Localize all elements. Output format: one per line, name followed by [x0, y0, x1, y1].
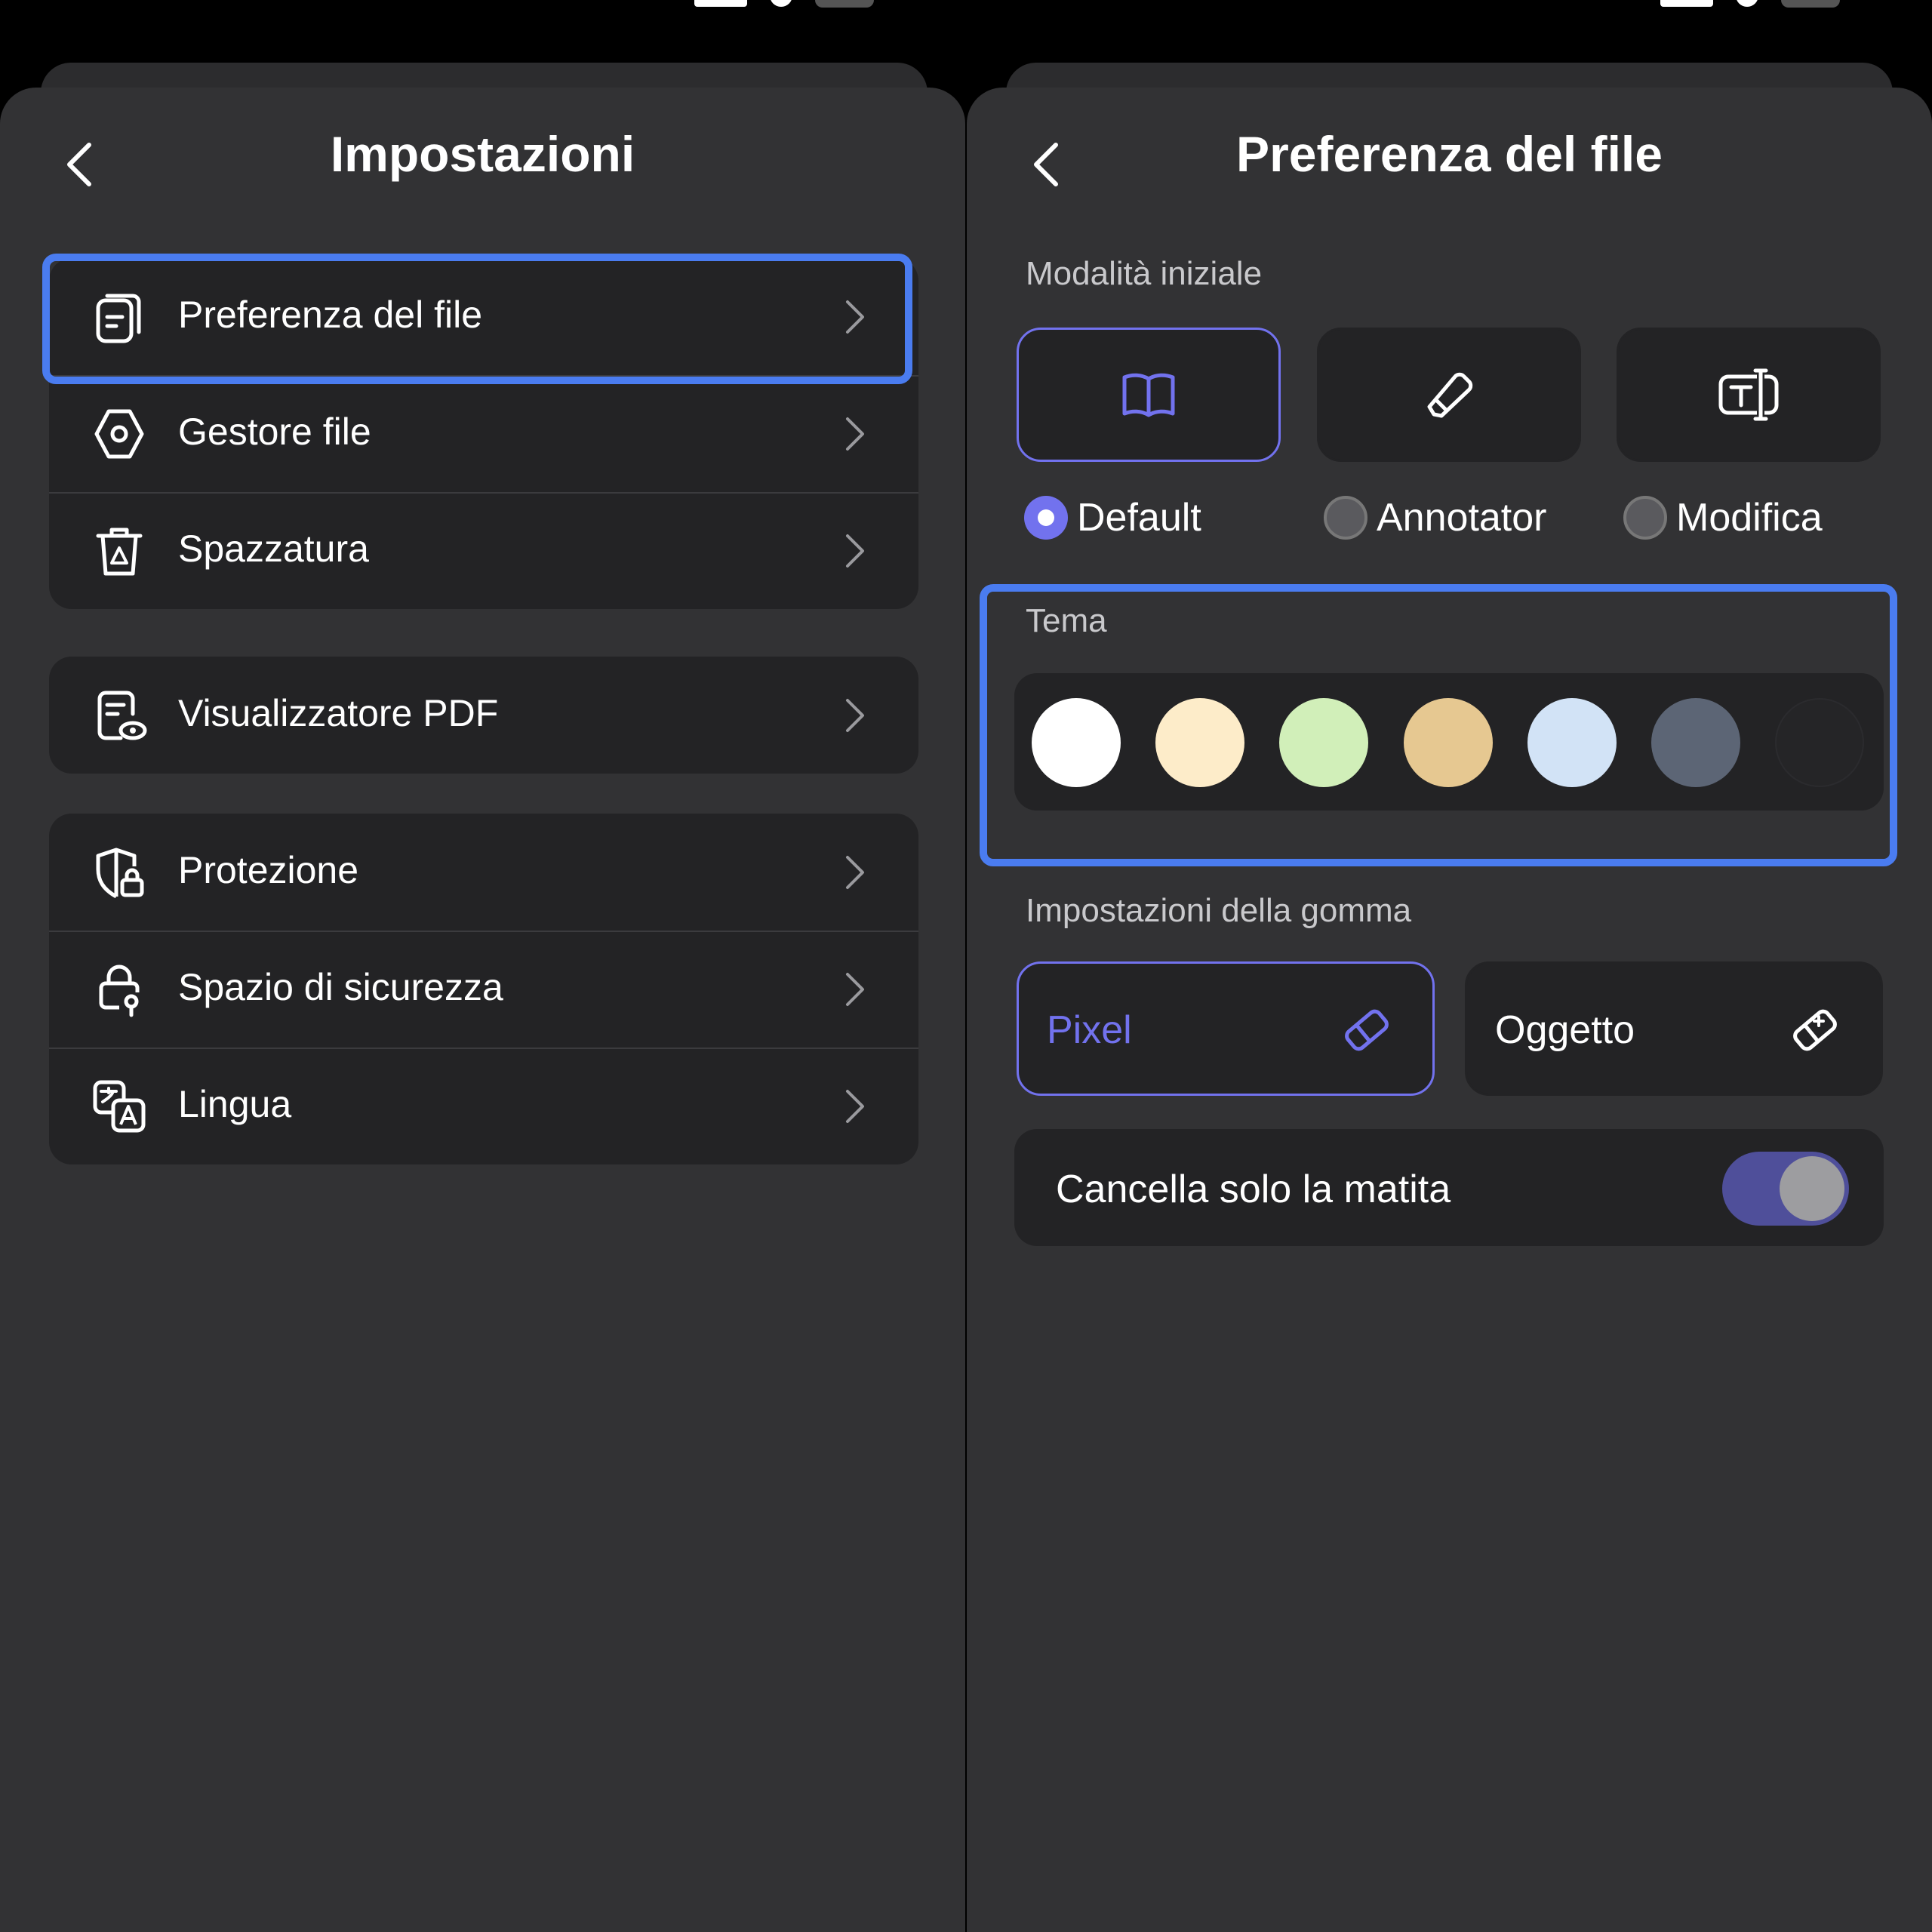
radio-button[interactable]	[1623, 496, 1667, 540]
language-icon	[93, 1080, 146, 1133]
battery-icon	[815, 0, 874, 8]
eraser-option-object[interactable]: Oggetto	[1465, 961, 1883, 1096]
settings-item-label: Protezione	[178, 849, 359, 891]
book-icon	[1122, 373, 1175, 417]
pencil-only-toggle-row: Cancella solo la matita	[1014, 1129, 1884, 1246]
chevron-right-icon	[846, 973, 864, 1006]
mode-card-default[interactable]	[1017, 328, 1281, 462]
radio-label: Default	[1077, 496, 1201, 540]
status-icons-left	[694, 0, 874, 8]
settings-group: Protezione Spazio di sicurezza Lingua	[49, 814, 918, 1164]
file-manager-icon	[94, 409, 144, 459]
signal-icon	[1660, 0, 1713, 7]
radio-button-selected[interactable]	[1024, 496, 1068, 540]
settings-item-file-manager[interactable]: Gestore file	[49, 375, 918, 492]
toggle-knob	[1780, 1156, 1844, 1221]
settings-item-protection[interactable]: Protezione	[49, 814, 918, 931]
settings-item-label: Spazio di sicurezza	[178, 966, 503, 1008]
settings-group: Preferenza del file Gestore file Spazzat	[49, 258, 918, 609]
radio-label: Annotator	[1377, 496, 1547, 540]
signal-icon	[694, 0, 747, 7]
mode-card-edit[interactable]	[1617, 328, 1881, 462]
trash-icon	[96, 528, 143, 576]
page-title: Impostazioni	[330, 126, 635, 182]
settings-item-secure-space[interactable]: Spazio di sicurezza	[49, 931, 918, 1048]
radio-button[interactable]	[1324, 496, 1367, 540]
settings-group: Visualizzatore PDF	[49, 657, 918, 774]
settings-item-trash[interactable]: Spazzatura	[49, 492, 918, 609]
radio-label: Modifica	[1676, 496, 1823, 540]
theme-swatch-tan[interactable]	[1404, 698, 1493, 787]
wifi-icon	[1736, 0, 1758, 7]
radio-annotator[interactable]: Annotator	[1324, 495, 1547, 540]
secure-lock-icon	[99, 964, 140, 1017]
wifi-icon	[770, 0, 792, 7]
radio-default[interactable]: Default	[1024, 495, 1201, 540]
chevron-right-icon	[846, 1090, 864, 1123]
file-preference-icon	[96, 294, 141, 343]
theme-swatch-dark[interactable]	[1775, 698, 1864, 787]
settings-item-label: Preferenza del file	[178, 294, 483, 336]
theme-swatch-green[interactable]	[1279, 698, 1368, 787]
object-eraser-icon	[1793, 1009, 1837, 1051]
eraser-option-label: Oggetto	[1495, 1008, 1635, 1052]
theme-swatch-light-blue[interactable]	[1527, 698, 1617, 787]
settings-panel: Impostazioni Preferenza del file Gestore…	[0, 88, 965, 1932]
eraser-option-label: Pixel	[1047, 1008, 1132, 1052]
chevron-right-icon	[846, 300, 864, 334]
settings-item-language[interactable]: Lingua	[49, 1048, 918, 1164]
theme-swatch-slate[interactable]	[1651, 698, 1740, 787]
settings-item-label: Gestore file	[178, 411, 371, 453]
theme-swatch-cream[interactable]	[1155, 698, 1244, 787]
text-edit-icon	[1718, 368, 1779, 421]
battery-icon	[1781, 0, 1840, 8]
page-title: Preferenza del file	[1236, 126, 1663, 182]
pencil-only-label: Cancella solo la matita	[1056, 1168, 1451, 1211]
mode-card-annotator[interactable]	[1317, 328, 1581, 462]
theme-swatch-white[interactable]	[1032, 698, 1121, 787]
pdf-viewer-icon	[97, 691, 147, 740]
shield-lock-icon	[96, 848, 144, 899]
radio-modifica[interactable]: Modifica	[1623, 495, 1823, 540]
pencil-only-toggle[interactable]	[1722, 1152, 1849, 1226]
chevron-right-icon	[846, 856, 864, 889]
file-preference-panel: Preferenza del file Modalità iniziale De…	[967, 88, 1932, 1932]
status-icons-right	[1660, 0, 1840, 8]
theme-heading: Tema	[1026, 602, 1107, 639]
eraser-option-pixel[interactable]: Pixel	[1017, 961, 1435, 1096]
chevron-right-icon	[846, 534, 864, 568]
initial-mode-heading: Modalità iniziale	[1026, 255, 1263, 292]
eraser-icon	[1345, 1009, 1389, 1051]
pen-icon	[1427, 372, 1473, 418]
chevron-right-icon	[846, 417, 864, 451]
settings-item-pdf-viewer[interactable]: Visualizzatore PDF	[49, 657, 918, 774]
settings-item-label: Visualizzatore PDF	[178, 692, 499, 734]
chevron-right-icon	[846, 699, 864, 732]
eraser-settings-heading: Impostazioni della gomma	[1026, 892, 1412, 929]
settings-item-label: Spazzatura	[178, 528, 369, 570]
settings-item-file-preference[interactable]: Preferenza del file	[49, 258, 918, 375]
settings-item-label: Lingua	[178, 1083, 292, 1125]
theme-color-strip	[1014, 673, 1884, 811]
